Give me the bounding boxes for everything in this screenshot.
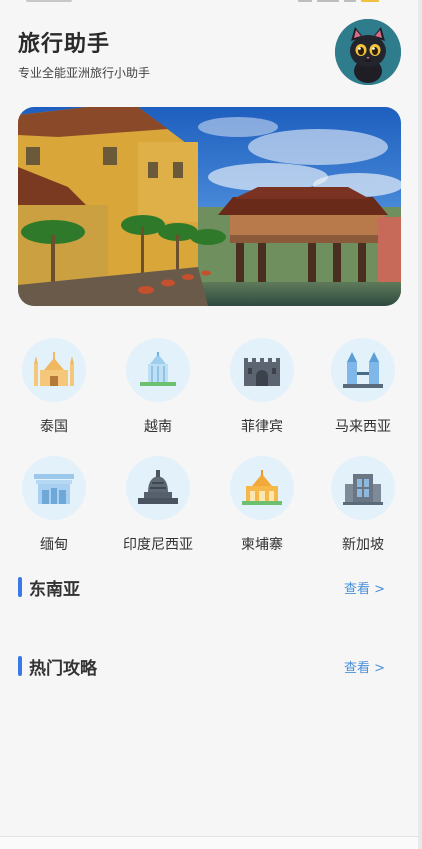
destination-label: 马来西亚 [335,419,391,435]
avatar[interactable] [335,19,401,85]
hoi-an-landscape-image [18,107,401,306]
section-southeast-asia: 东南亚 查看 > [18,575,401,600]
destination-item-philippines[interactable]: 菲律宾 [222,338,302,436]
destination-label: 柬埔寨 [241,537,283,553]
destination-icon-circle [22,456,86,520]
destination-label: 印度尼西亚 [123,537,193,553]
page-title: 旅行助手 [18,32,111,57]
destination-icon-circle [331,456,395,520]
destination-item-singapore[interactable]: 新加坡 [323,456,403,554]
section-more-link[interactable]: 查看 > [344,657,385,676]
vietnam-monument-icon [140,352,176,386]
destination-label: 泰国 [40,419,68,435]
destination-icon-circle [230,456,294,520]
battery-icon [361,0,379,2]
destination-label: 缅甸 [40,537,68,553]
status-bar [0,0,418,6]
destination-item-indonesia[interactable]: 印度尼西亚 [118,456,198,554]
singapore-building-icon [343,474,383,505]
section-hot-guides: 热门攻略 查看 > [18,654,401,679]
destination-item-malaysia[interactable]: 马来西亚 [323,338,403,436]
philippines-fort-icon [244,358,280,386]
destination-item-thailand[interactable]: 泰国 [14,338,94,436]
destination-icon-circle [331,338,395,402]
destination-item-myanmar[interactable]: 缅甸 [14,456,94,554]
section-accent-bar [18,656,22,676]
destination-item-vietnam[interactable]: 越南 [118,338,198,436]
destination-label: 菲律宾 [241,419,283,435]
petronas-towers-icon [343,352,383,388]
thai-temple-icon [34,352,74,386]
bottom-tab-bar [0,837,418,849]
section-accent-bar [18,577,22,597]
status-icons [298,0,394,2]
black-cat-avatar-icon [335,19,401,85]
destination-icon-circle [126,338,190,402]
destination-icon-circle [126,456,190,520]
destination-icon-circle [22,338,86,402]
cambodia-palace-icon [242,470,282,505]
page-subtitle: 专业全能亚洲旅行小助手 [18,66,151,80]
scrollbar-track[interactable] [418,0,422,849]
destination-label: 新加坡 [342,537,384,553]
destination-label: 越南 [144,419,172,435]
destination-item-cambodia[interactable]: 柬埔寨 [222,456,302,554]
destination-icon-circle [230,338,294,402]
status-time [26,0,72,2]
section-title: 东南亚 [29,580,80,600]
myanmar-gate-icon [34,474,74,504]
signal-icon [298,0,312,2]
wifi-icon [317,0,339,2]
network-icon [344,0,356,2]
borobudur-stupa-icon [138,470,178,504]
app-page: 旅行助手 专业全能亚洲旅行小助手 泰国 越南 菲律宾 马来西亚 缅甸 印度尼西亚… [0,0,418,849]
hero-banner[interactable] [18,107,401,306]
section-more-link[interactable]: 查看 > [344,578,385,597]
section-title: 热门攻略 [29,659,97,679]
